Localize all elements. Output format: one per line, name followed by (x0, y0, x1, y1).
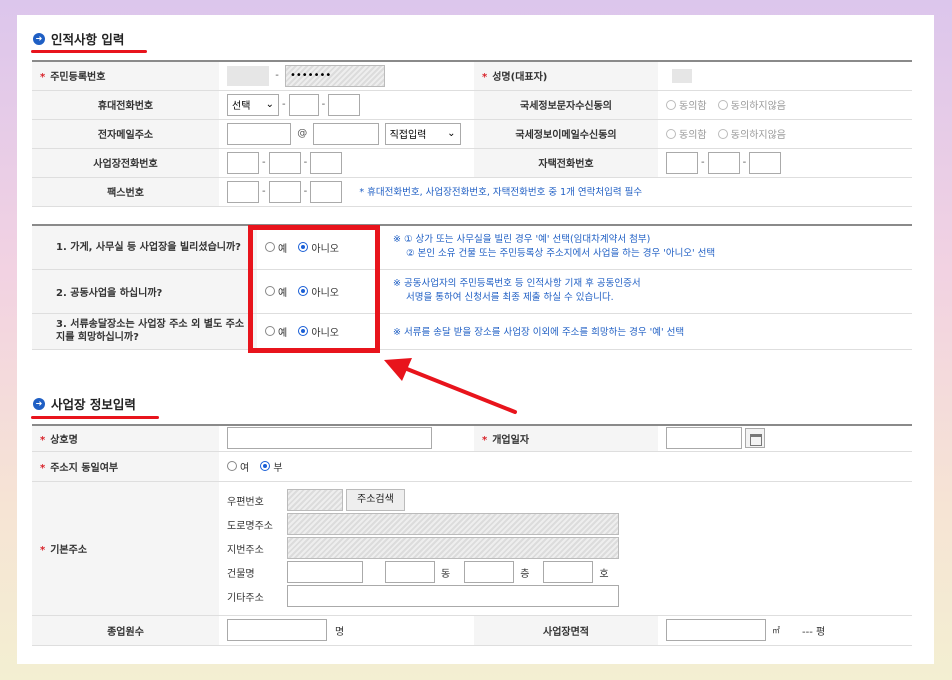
pointer-arrow-icon (384, 358, 517, 414)
